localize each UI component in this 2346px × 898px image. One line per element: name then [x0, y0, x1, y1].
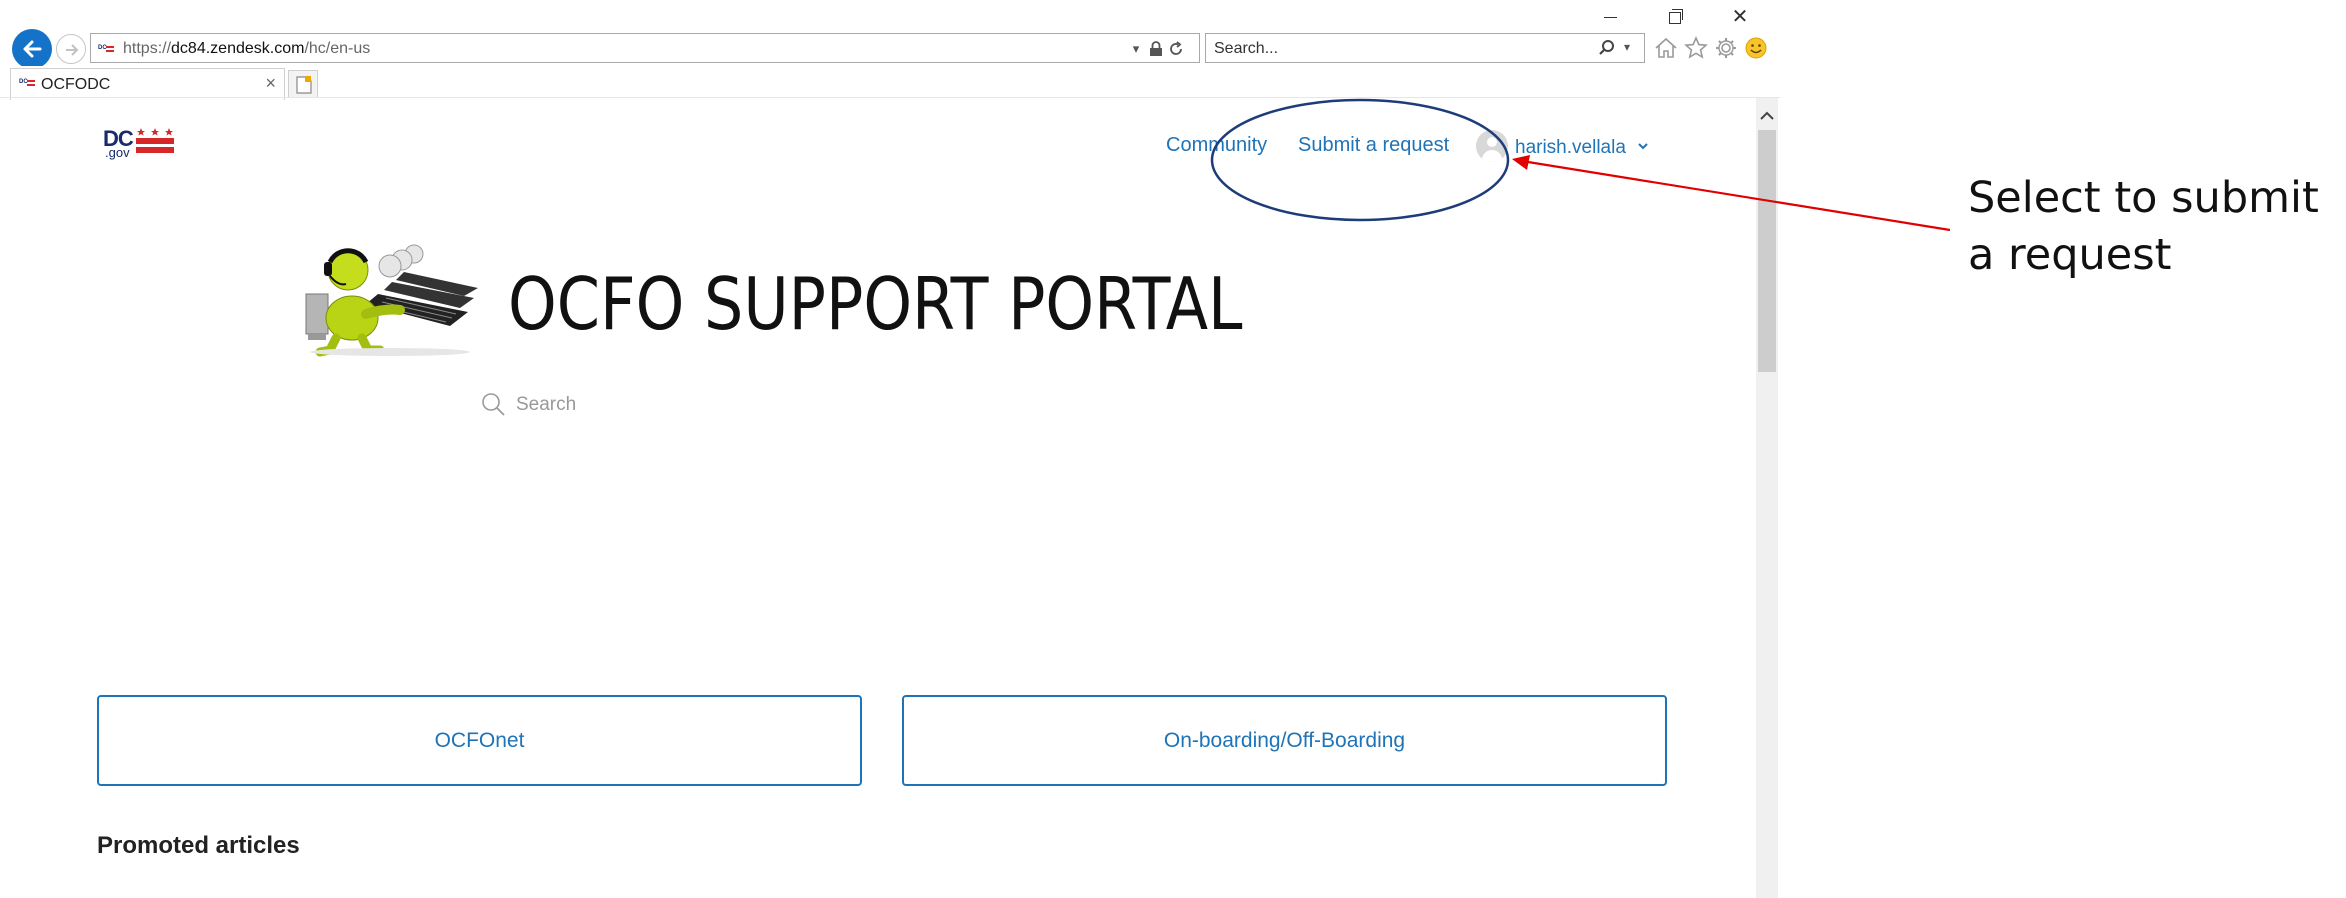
hero-search-input[interactable]: [516, 392, 876, 418]
block-label: OCFOnet: [434, 728, 525, 752]
callout-text: Select to submit a request: [1968, 173, 2319, 280]
block-ocfonet[interactable]: OCFOnet: [97, 695, 862, 786]
address-url[interactable]: https://dc84.zendesk.com/hc/en-us: [123, 40, 370, 58]
dc-gov-logo[interactable]: DC .gov: [103, 126, 175, 160]
search-dropdown-icon[interactable]: ▾: [1624, 40, 1630, 54]
forward-arrow-icon: [66, 44, 79, 56]
home-icon[interactable]: [1653, 35, 1679, 61]
back-button[interactable]: [12, 29, 52, 69]
address-bar[interactable]: DC https://dc84.zendesk.com/hc/en-us ▾: [90, 33, 1200, 63]
favorites-star-icon[interactable]: [1683, 35, 1709, 61]
browser-search-box[interactable]: Search... ▾: [1205, 33, 1645, 63]
minimize-button[interactable]: [1595, 4, 1625, 30]
tab-favicon-icon: DC: [19, 79, 35, 86]
refresh-icon[interactable]: [1167, 37, 1185, 61]
portal-title: OCFO SUPPORT PORTAL: [508, 262, 1243, 346]
hero-search[interactable]: [480, 388, 880, 422]
back-arrow-icon: [23, 40, 42, 58]
close-window-button[interactable]: ✕: [1725, 4, 1755, 30]
callout-arrow: [1512, 155, 1951, 232]
browser-search-placeholder: Search...: [1214, 40, 1279, 57]
dc-flag-icon: [136, 128, 174, 153]
new-tab-icon: [296, 76, 312, 94]
support-agents-illustration: [305, 244, 478, 357]
search-icon[interactable]: [1598, 39, 1616, 57]
tab-close-icon[interactable]: ×: [265, 73, 276, 94]
search-icon: [482, 393, 505, 416]
tab-title: OCFODC: [41, 76, 111, 93]
promoted-articles-heading: Promoted articles: [97, 832, 300, 859]
svg-text:DC: DC: [19, 79, 28, 85]
block-label: On-boarding/Off-Boarding: [1163, 728, 1406, 752]
window-controls: ✕: [1595, 4, 1775, 30]
smiley-feedback-icon[interactable]: [1743, 35, 1769, 61]
logo-sub-text: .gov: [105, 145, 130, 160]
svg-text:DC: DC: [98, 45, 107, 51]
site-favicon-icon: DC: [98, 43, 114, 53]
tab-ocfodc[interactable]: DC OCFODC ×: [10, 68, 285, 100]
new-tab-button[interactable]: [288, 70, 318, 98]
address-dropdown-icon[interactable]: ▾: [1127, 37, 1145, 61]
settings-gear-icon[interactable]: [1713, 35, 1739, 61]
scroll-up-arrow-icon[interactable]: [1756, 106, 1778, 126]
restore-button[interactable]: [1659, 4, 1689, 30]
lock-icon[interactable]: [1147, 37, 1165, 61]
block-onboarding-offboarding[interactable]: On-boarding/Off-Boarding: [902, 695, 1667, 786]
forward-button[interactable]: [56, 34, 86, 64]
highlight-ellipse: [1210, 98, 1510, 222]
tab-strip: DC OCFODC ×: [0, 66, 1780, 100]
